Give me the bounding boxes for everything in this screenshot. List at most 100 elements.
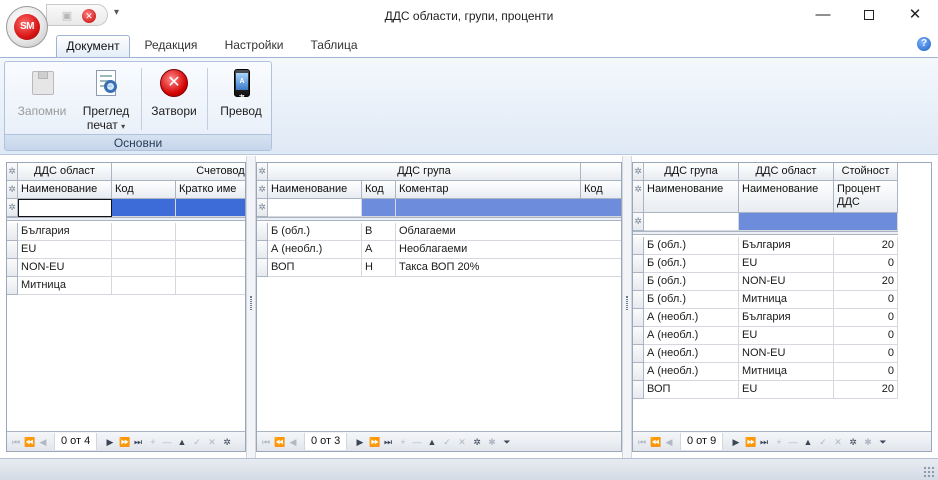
cell-name[interactable]: А (необл.) bbox=[268, 241, 362, 259]
nav-cancel-icon[interactable]: ✕ bbox=[207, 436, 217, 448]
cell-name[interactable]: EU bbox=[18, 241, 112, 259]
cell-code[interactable]: А bbox=[362, 241, 396, 259]
maximize-button[interactable] bbox=[846, 0, 892, 30]
nav-bookmark-icon[interactable]: ✱ bbox=[863, 436, 873, 448]
column-header-code-2[interactable]: Код bbox=[581, 181, 621, 199]
band-header-vat-area[interactable]: ДДС област bbox=[18, 163, 112, 181]
nav-cancel-icon[interactable]: ✕ bbox=[833, 436, 843, 448]
column-header-name[interactable]: Наименование bbox=[18, 181, 112, 199]
nav-filter-icon[interactable]: ✲ bbox=[472, 436, 482, 448]
cell-code[interactable]: В bbox=[362, 223, 396, 241]
cell-area-name[interactable]: EU bbox=[739, 255, 834, 273]
nav-confirm-icon[interactable]: ✓ bbox=[818, 436, 828, 448]
nav-up-icon[interactable]: ▲ bbox=[803, 436, 813, 448]
cell-area-name[interactable]: Митница bbox=[739, 363, 834, 381]
nav-next-icon[interactable]: ▶ bbox=[355, 436, 365, 448]
table-row[interactable]: ВОП Н Такса ВОП 20% bbox=[257, 259, 621, 277]
nav-filter-icon[interactable]: ✲ bbox=[848, 436, 858, 448]
cell-area-name[interactable]: Митница bbox=[739, 291, 834, 309]
nav-next-page-icon[interactable]: ⏩ bbox=[745, 436, 756, 448]
minimize-button[interactable]: — bbox=[800, 0, 846, 30]
cell-name[interactable]: България bbox=[18, 223, 112, 241]
nav-up-icon[interactable]: ▲ bbox=[177, 436, 187, 448]
nav-last-icon[interactable]: ⏭ bbox=[759, 436, 769, 448]
filter-input-name[interactable] bbox=[18, 199, 112, 217]
filter-input-name[interactable] bbox=[268, 199, 362, 217]
cell-group-name[interactable]: Б (обл.) bbox=[644, 237, 739, 255]
tab-edit[interactable]: Редакция bbox=[138, 35, 204, 57]
table-row[interactable]: ВОП EU 20 bbox=[633, 381, 931, 399]
nav-append-icon[interactable]: + bbox=[774, 436, 784, 448]
cell-area-name[interactable]: EU bbox=[739, 381, 834, 399]
save-button[interactable]: Запомни bbox=[11, 66, 73, 136]
cell-group-name[interactable]: Б (обл.) bbox=[644, 255, 739, 273]
resize-grip-icon[interactable] bbox=[923, 466, 935, 478]
cell-vat-percent[interactable]: 0 bbox=[834, 255, 898, 273]
nav-append-icon[interactable]: + bbox=[148, 436, 158, 448]
cell-vat-percent[interactable]: 20 bbox=[834, 381, 898, 399]
close-button[interactable]: ✕ Затвори bbox=[145, 66, 203, 136]
tab-document[interactable]: Документ bbox=[56, 35, 130, 57]
cell-short-name[interactable] bbox=[176, 223, 245, 241]
nav-delete-icon[interactable]: — bbox=[412, 436, 422, 448]
cell-short-name[interactable] bbox=[176, 259, 245, 277]
cell-vat-percent[interactable]: 0 bbox=[834, 363, 898, 381]
cell-area-name[interactable]: България bbox=[739, 237, 834, 255]
nav-bookmark-icon[interactable]: ✱ bbox=[487, 436, 497, 448]
table-row[interactable]: А (необл.) NON-EU 0 bbox=[633, 345, 931, 363]
nav-up-icon[interactable]: ▲ bbox=[427, 436, 437, 448]
cell-comment[interactable]: Необлагаеми bbox=[396, 241, 621, 259]
cell-group-name[interactable]: ВОП bbox=[644, 381, 739, 399]
band-header-vat-area[interactable]: ДДС област bbox=[739, 163, 834, 181]
table-row[interactable]: Б (обл.) Митница 0 bbox=[633, 291, 931, 309]
band-header-accounting[interactable]: Счетоводство bbox=[112, 163, 245, 181]
nav-cancel-icon[interactable]: ✕ bbox=[457, 436, 467, 448]
cell-vat-percent[interactable]: 20 bbox=[834, 237, 898, 255]
band-header-vat-group[interactable]: ДДС група bbox=[644, 163, 739, 181]
column-header-vat-percent[interactable]: Процент ДДС bbox=[834, 181, 898, 213]
cell-area-name[interactable]: България bbox=[739, 309, 834, 327]
close-window-button[interactable]: ✕ bbox=[892, 0, 938, 30]
cell-comment[interactable]: Облагаеми bbox=[396, 223, 621, 241]
cell-area-name[interactable]: NON-EU bbox=[739, 345, 834, 363]
column-header-code[interactable]: Код bbox=[362, 181, 396, 199]
cell-name[interactable]: NON-EU bbox=[18, 259, 112, 277]
cell-code[interactable] bbox=[112, 259, 176, 277]
filter-input-comment[interactable] bbox=[396, 199, 621, 217]
column-header-name[interactable]: Наименование bbox=[268, 181, 362, 199]
table-row[interactable]: А (необл.) България 0 bbox=[633, 309, 931, 327]
filter-input-area[interactable] bbox=[739, 213, 898, 231]
nav-funnel-icon[interactable]: ⏷ bbox=[878, 436, 888, 448]
cell-group-name[interactable]: Б (обл.) bbox=[644, 291, 739, 309]
table-row[interactable]: А (необл.) А Необлагаеми bbox=[257, 241, 621, 259]
tab-table[interactable]: Таблица bbox=[302, 35, 366, 57]
table-row[interactable]: EU bbox=[7, 241, 245, 259]
table-row[interactable]: А (необл.) Митница 0 bbox=[633, 363, 931, 381]
nav-first-icon[interactable]: ⏮ bbox=[637, 436, 647, 448]
filter-input-code[interactable] bbox=[112, 199, 176, 217]
table-row[interactable]: Б (обл.) NON-EU 20 bbox=[633, 273, 931, 291]
table-row[interactable]: България bbox=[7, 223, 245, 241]
cell-short-name[interactable] bbox=[176, 277, 245, 295]
cell-name[interactable]: Б (обл.) bbox=[268, 223, 362, 241]
nav-next-page-icon[interactable]: ⏩ bbox=[369, 436, 380, 448]
nav-next-page-icon[interactable]: ⏩ bbox=[119, 436, 130, 448]
nav-prev-icon[interactable]: ◀ bbox=[288, 436, 298, 448]
print-preview-button[interactable]: Преглед печат ▾ bbox=[75, 66, 137, 136]
cell-group-name[interactable]: А (необл.) bbox=[644, 363, 739, 381]
nav-next-icon[interactable]: ▶ bbox=[105, 436, 115, 448]
nav-last-icon[interactable]: ⏭ bbox=[133, 436, 143, 448]
cell-vat-percent[interactable]: 0 bbox=[834, 327, 898, 345]
band-header-vat-group[interactable]: ДДС група bbox=[268, 163, 581, 181]
band-header-value[interactable]: Стойност bbox=[834, 163, 898, 181]
nav-delete-icon[interactable]: — bbox=[162, 436, 172, 448]
column-header-short-name[interactable]: Кратко име bbox=[176, 181, 245, 199]
cell-code[interactable] bbox=[112, 223, 176, 241]
filter-input-short-name[interactable] bbox=[176, 199, 245, 217]
column-header-comment[interactable]: Коментар bbox=[396, 181, 581, 199]
nav-prev-page-icon[interactable]: ⏪ bbox=[274, 436, 285, 448]
cell-name[interactable]: Митница bbox=[18, 277, 112, 295]
cell-code[interactable] bbox=[112, 277, 176, 295]
cell-vat-percent[interactable]: 0 bbox=[834, 309, 898, 327]
cell-vat-percent[interactable]: 0 bbox=[834, 345, 898, 363]
